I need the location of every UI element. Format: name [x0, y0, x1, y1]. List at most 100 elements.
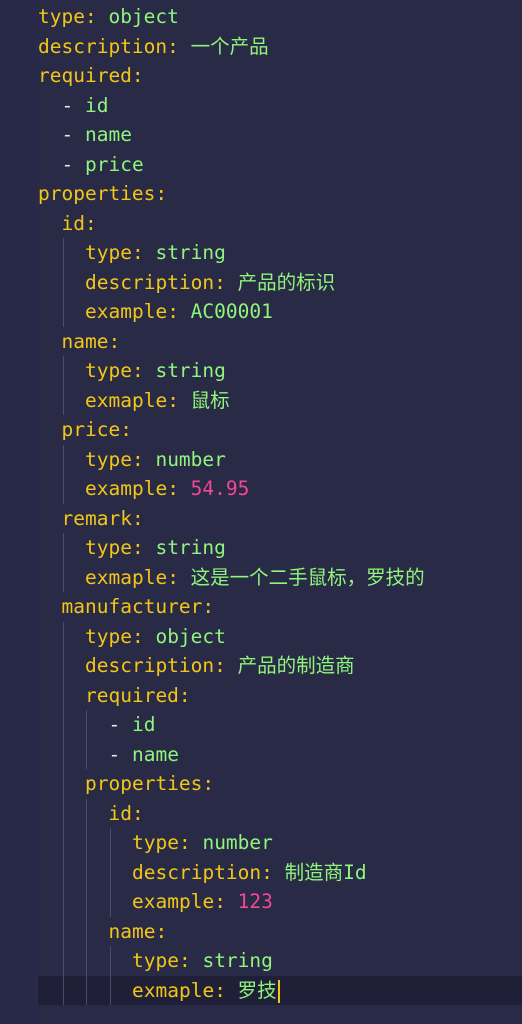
yaml-key: id: [108, 801, 132, 825]
line-content: price:: [38, 418, 132, 441]
yaml-value: string: [202, 949, 273, 972]
indent-guide: [62, 444, 64, 474]
colon: :: [155, 182, 168, 205]
code-line[interactable]: id:: [38, 798, 522, 828]
indent-guide: [86, 946, 87, 976]
line-content: type: object: [38, 625, 226, 648]
yaml-value: name: [84, 123, 132, 146]
code-line[interactable]: name:: [38, 916, 522, 946]
code-line[interactable]: type: number: [38, 828, 522, 858]
line-content: exmaple: 罗技: [38, 978, 280, 1003]
list-dash: -: [61, 93, 85, 117]
code-line[interactable]: required:: [38, 61, 522, 91]
yaml-key: description: [85, 270, 215, 294]
indent-guide: [62, 238, 64, 268]
line-content: - id: [38, 93, 109, 117]
code-line[interactable]: exmaple: 这是一个二手鼠标，罗技的: [38, 562, 522, 592]
indent-guide: [86, 975, 87, 1005]
code-line[interactable]: example: 123: [38, 887, 522, 917]
line-content: name:: [38, 329, 121, 353]
yaml-key: properties: [38, 182, 156, 205]
line-content: description: 产品的标识: [38, 271, 335, 294]
code-line[interactable]: description: 制造商Id: [38, 857, 522, 887]
colon: :: [120, 418, 132, 441]
code-line[interactable]: type: string: [38, 946, 522, 976]
indent-guide: [62, 562, 64, 592]
yaml-key: description: [85, 654, 215, 677]
line-content: - id: [38, 713, 156, 736]
code-line[interactable]: - id: [38, 710, 522, 740]
indent-guide: [86, 857, 87, 887]
code-line[interactable]: type: string: [38, 533, 522, 563]
colon: :: [167, 565, 191, 589]
yaml-value: string: [155, 359, 226, 382]
code-line[interactable]: example: AC00001: [38, 297, 522, 327]
yaml-value: id: [131, 713, 156, 736]
code-line[interactable]: type: string: [38, 238, 522, 268]
yaml-value: AC00001: [190, 300, 273, 323]
code-line[interactable]: description: 一个产品: [38, 32, 522, 62]
indent-guide: [62, 710, 64, 740]
line-content: properties:: [38, 772, 214, 795]
yaml-key: id: [61, 211, 85, 235]
list-dash: -: [61, 152, 85, 176]
code-line[interactable]: - name: [38, 120, 522, 150]
yaml-value: object: [108, 5, 179, 28]
code-line[interactable]: type: string: [38, 356, 522, 386]
indent-guide: [62, 798, 64, 828]
line-content: id:: [38, 802, 144, 825]
colon: :: [214, 978, 238, 1002]
code-line[interactable]: properties:: [38, 179, 522, 209]
code-line[interactable]: - id: [38, 91, 522, 121]
line-content: type: object: [38, 5, 179, 28]
line-content: properties:: [38, 182, 167, 205]
colon: :: [131, 241, 156, 264]
code-line[interactable]: type: object: [38, 2, 522, 32]
yaml-value: 123: [237, 890, 273, 913]
code-line[interactable]: type: object: [38, 621, 522, 651]
code-line[interactable]: price:: [38, 415, 522, 445]
code-line[interactable]: - name: [38, 739, 522, 769]
colon: :: [202, 595, 215, 618]
code-line[interactable]: exmaple: 罗技: [38, 975, 522, 1005]
yaml-value: number: [202, 831, 273, 854]
code-line[interactable]: type: number: [38, 444, 522, 474]
yaml-key: type: [85, 241, 132, 264]
yaml-value: number: [155, 447, 226, 471]
code-line[interactable]: required:: [38, 680, 522, 710]
code-area[interactable]: type: object description: 一个产品 required: - …: [38, 2, 522, 1005]
code-line[interactable]: properties:: [38, 769, 522, 799]
yaml-key: exmaple: [132, 978, 215, 1002]
colon: :: [131, 624, 156, 648]
list-dash: -: [61, 123, 85, 146]
code-line[interactable]: remark:: [38, 504, 522, 534]
line-content: type: string: [38, 359, 226, 382]
code-line[interactable]: description: 产品的制造商: [38, 651, 522, 681]
colon: :: [108, 329, 121, 353]
yaml-key: name: [108, 919, 156, 943]
yaml-value: 54.95: [190, 477, 250, 500]
code-line[interactable]: id:: [38, 209, 522, 239]
indent-guide: [86, 798, 87, 828]
line-content: - name: [38, 123, 132, 146]
indent-guide: [109, 975, 111, 1005]
code-line[interactable]: example: 54.95: [38, 474, 522, 504]
code-line[interactable]: manufacturer:: [38, 592, 522, 622]
line-content: name:: [38, 919, 168, 943]
colon: :: [214, 270, 238, 294]
code-line[interactable]: description: 产品的标识: [38, 267, 522, 297]
indent-guide: [62, 267, 64, 297]
colon: :: [131, 536, 156, 559]
yaml-value: 制造商Id: [284, 860, 367, 884]
code-line[interactable]: - price: [38, 150, 522, 180]
line-content: type: number: [38, 831, 273, 854]
code-editor[interactable]: type: object description: 一个产品 required: - …: [0, 0, 522, 1024]
yaml-key: type: [85, 359, 132, 382]
code-line[interactable]: exmaple: 鼠标: [38, 385, 522, 415]
line-content: description: 一个产品: [38, 35, 269, 58]
yaml-value: 罗技: [237, 978, 277, 1002]
yaml-value: 一个产品: [190, 34, 269, 58]
yaml-key: required: [38, 64, 132, 87]
code-line[interactable]: name:: [38, 327, 522, 357]
line-content: - price: [38, 153, 144, 176]
